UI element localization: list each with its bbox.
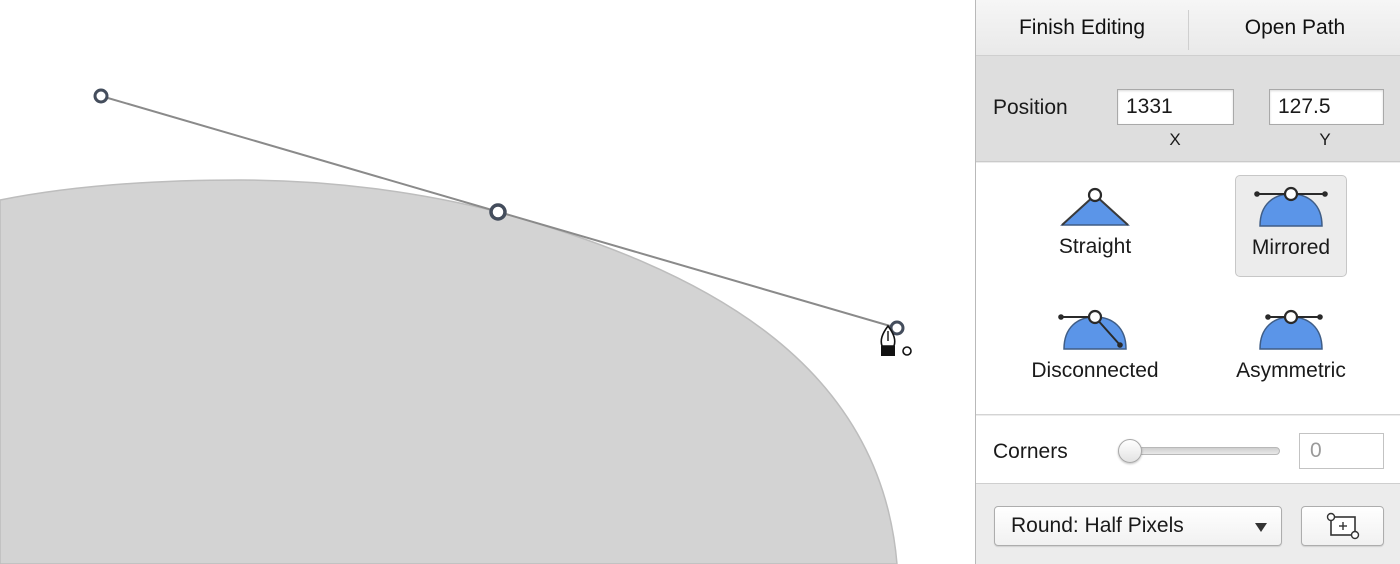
mirrored-mode-label: Mirrored [1251, 236, 1331, 259]
position-y-field[interactable]: 127.5 [1269, 89, 1384, 125]
position-section: Position 1331 127.5 X Y [976, 56, 1400, 162]
x-axis-label: X [1169, 130, 1181, 149]
position-label: Position [993, 96, 1068, 119]
corners-section: Corners 0 [976, 416, 1400, 484]
disconnected-mode-button[interactable]: Disconnected [1031, 299, 1159, 401]
corners-slider-knob[interactable] [1118, 439, 1142, 463]
vector-canvas[interactable] [0, 0, 975, 564]
path-inspector: Finish Editing Open Path Position 1331 1… [975, 0, 1400, 564]
finish-editing-button[interactable]: Finish Editing [976, 0, 1188, 56]
asymmetric-point-icon [1259, 309, 1323, 350]
rounding-select[interactable]: Round: Half Pixels [994, 506, 1282, 546]
disconnected-point-icon [1058, 309, 1127, 350]
fit-frame-button[interactable] [1301, 506, 1384, 546]
open-path-button[interactable]: Open Path [1189, 0, 1400, 56]
rounding-select-value: Round: Half Pixels [1011, 514, 1184, 537]
position-x-field[interactable]: 1331 [1117, 89, 1234, 125]
straight-mode-label: Straight [1058, 235, 1132, 258]
point-type-section: Straight Mirrored Disconnected Asymmetri… [976, 163, 1400, 415]
editing-canvas[interactable] [0, 0, 975, 564]
chevron-down-icon [1255, 523, 1267, 532]
mirrored-point-icon [1254, 186, 1328, 227]
rounding-section: Round: Half Pixels [976, 485, 1400, 564]
corners-slider-track[interactable] [1128, 447, 1280, 455]
vector-shape[interactable] [0, 179, 898, 564]
fit-frame-icon [1326, 512, 1359, 540]
straight-mode-button[interactable]: Straight [1039, 175, 1151, 277]
corners-value-field[interactable]: 0 [1299, 433, 1384, 469]
mirrored-mode-button[interactable]: Mirrored [1235, 175, 1347, 277]
disconnected-mode-label: Disconnected [1031, 359, 1159, 382]
asymmetric-mode-button[interactable]: Asymmetric [1235, 299, 1347, 401]
control-handle-left[interactable] [93, 88, 109, 104]
anchor-point[interactable] [489, 203, 507, 221]
edit-toolbar: Finish Editing Open Path [976, 0, 1400, 56]
straight-point-icon [1060, 187, 1130, 226]
asymmetric-mode-label: Asymmetric [1236, 359, 1346, 382]
y-axis-label: Y [1319, 130, 1331, 149]
corners-label: Corners [993, 440, 1068, 463]
